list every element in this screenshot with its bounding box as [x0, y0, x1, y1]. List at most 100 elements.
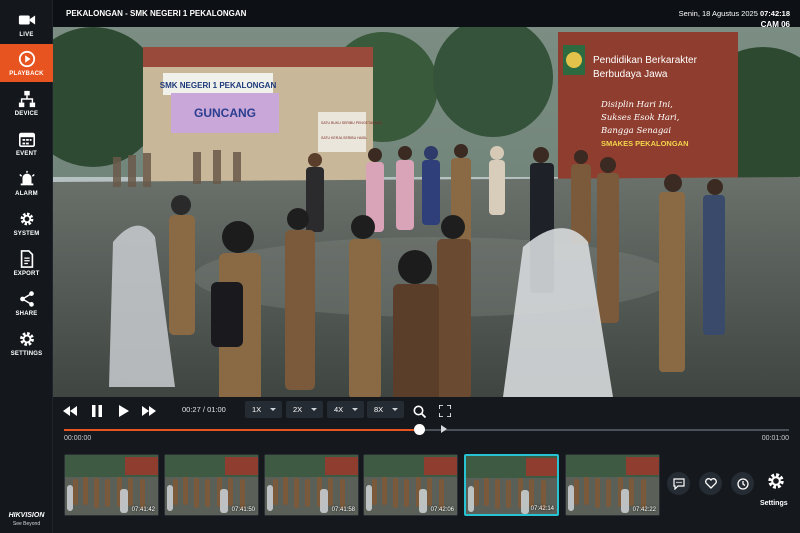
thumbnail-time: 07:41:58: [331, 507, 355, 513]
thumbnail-item[interactable]: 07:42:06: [363, 454, 458, 516]
chevron-down-icon: [392, 408, 398, 411]
alarm-bell-icon: [18, 170, 35, 185]
duration: 01:00: [207, 405, 226, 414]
timeline-scrubber[interactable]: [414, 424, 426, 435]
thumbnail-item[interactable]: 07:41:58: [264, 454, 359, 516]
sidebar-item-export[interactable]: EXPORT: [0, 244, 53, 282]
sidebar-item-device[interactable]: DEVICE: [0, 84, 53, 122]
pause-button[interactable]: [88, 403, 106, 419]
sidebar-item-system[interactable]: SYSTEM: [0, 204, 53, 242]
history-button[interactable]: [731, 472, 754, 495]
sidebar-item-live[interactable]: LIVE: [0, 5, 53, 43]
fullscreen-icon: [439, 405, 451, 417]
speed-select-1x[interactable]: 1X: [245, 401, 282, 418]
thumbnail-time: 07:42:22: [632, 507, 656, 513]
sidebar-item-label: EXPORT: [13, 270, 40, 277]
thumbnail-time: 07:41:42: [131, 507, 155, 513]
timeline-start-label: 00:00:00: [64, 435, 92, 442]
fullscreen-button[interactable]: [436, 403, 454, 419]
speed-label: 1X: [252, 405, 262, 414]
time-separator: /: [202, 405, 205, 414]
favorite-button[interactable]: [699, 472, 722, 495]
sign-small-1: SATU BUKU SERIBU PENGETAHUAN: [321, 121, 383, 125]
zoom-icon: [413, 405, 426, 418]
play-button[interactable]: [115, 403, 133, 419]
date-label: Senin, 18 Agustus 2025: [678, 9, 758, 18]
calendar-icon: [18, 132, 35, 147]
sidebar-item-settings[interactable]: SETTINGS: [0, 324, 53, 362]
chevron-down-icon: [311, 408, 317, 411]
document-export-icon: [20, 249, 33, 268]
sidebar: LIVE PLAYBACK DEVICE EVENT ALARM SYSTEM …: [0, 0, 53, 533]
wall-motto-3: Bangga Senagai: [600, 126, 671, 136]
heart-icon: [704, 478, 717, 489]
fast-forward-icon: [142, 406, 156, 416]
wall-motto-2: Sukses Esok Hari,: [601, 113, 680, 123]
sidebar-item-event[interactable]: EVENT: [0, 124, 53, 162]
thumbnail-time: 07:41:50: [231, 507, 255, 513]
chevron-down-icon: [270, 408, 276, 411]
playback-controls: 00:27 / 01:00 1X 2X 4X 8X 00:00:00 00:01…: [53, 397, 800, 533]
comment-button[interactable]: [667, 472, 690, 495]
rewind-button[interactable]: [61, 403, 79, 419]
sidebar-item-alarm[interactable]: ALARM: [0, 164, 53, 202]
sidebar-item-label: SYSTEM: [13, 230, 40, 237]
wall-motto-4: SMAKES PEKALONGAN: [601, 139, 689, 148]
wall-motto-1: Disiplin Hari Ini,: [600, 100, 673, 110]
sidebar-item-label: SETTINGS: [10, 350, 43, 357]
timeline-progress: [64, 429, 420, 431]
sidebar-item-label: PLAYBACK: [9, 70, 44, 77]
settings-gear-icon: [19, 331, 34, 346]
speed-label: 4X: [334, 405, 344, 414]
wall-line-1: Pendidikan Berkarakter: [593, 55, 698, 66]
timeline-marker: [441, 425, 447, 433]
zoom-button[interactable]: [410, 403, 428, 419]
play-icon: [119, 405, 129, 417]
clock-icon: [736, 477, 749, 490]
settings-button[interactable]: [764, 469, 788, 493]
wall-line-2: Berbudaya Jawa: [593, 69, 668, 80]
clock-label: 07:42:18: [759, 9, 790, 18]
sidebar-item-label: EVENT: [15, 150, 37, 157]
comment-icon: [672, 477, 685, 490]
sidebar-item-playback[interactable]: PLAYBACK: [0, 44, 53, 82]
thumbnail-time: 07:42:06: [430, 507, 454, 513]
speed-select-8x[interactable]: 8X: [367, 401, 404, 418]
brand-logo: HIKVISION See Beyond: [0, 512, 53, 527]
chevron-down-icon: [352, 408, 358, 411]
brand-tagline: See Beyond: [12, 521, 41, 527]
speed-label: 8X: [374, 405, 384, 414]
rewind-icon: [63, 406, 77, 416]
system-gear-icon: [20, 212, 33, 225]
sidebar-item-label: ALARM: [15, 190, 38, 197]
share-icon: [19, 290, 34, 307]
network-device-icon: [18, 90, 35, 107]
sidebar-item-share[interactable]: SHARE: [0, 284, 53, 322]
thumbnail-item[interactable]: 07:41:42: [64, 454, 159, 516]
timeline-end-label: 00:01:00: [761, 435, 789, 442]
camera-title: PEKALONGAN - SMK NEGERI 1 PEKALONGAN: [66, 9, 247, 18]
speed-select-4x[interactable]: 4X: [327, 401, 364, 418]
event-banner-text: GUNCANG: [194, 106, 256, 120]
thumbnail-item[interactable]: 07:41:50: [164, 454, 259, 516]
speed-label: 2X: [293, 405, 303, 414]
settings-label: Settings: [760, 500, 788, 507]
brand-name: HIKVISION: [8, 512, 45, 519]
pause-icon: [92, 405, 102, 417]
video-camera-icon: [18, 15, 35, 24]
video-frame[interactable]: SMK NEGERI 1 PEKALONGAN GUNCANG SATU BUK…: [53, 27, 800, 397]
thumbnail-item[interactable]: 07:42:22: [565, 454, 660, 516]
sidebar-item-label: SHARE: [15, 310, 38, 317]
time-readout: 00:27 / 01:00: [182, 405, 226, 414]
video-scene: SMK NEGERI 1 PEKALONGAN GUNCANG SATU BUK…: [53, 27, 800, 397]
thumbnail-time: 07:42:14: [530, 506, 554, 512]
settings-gear-icon: [768, 473, 784, 489]
top-bar: PEKALONGAN - SMK NEGERI 1 PEKALONGAN Sen…: [53, 0, 800, 29]
sidebar-item-label: DEVICE: [14, 110, 39, 117]
current-time: 00:27: [182, 405, 201, 414]
play-circle-icon: [18, 50, 35, 67]
speed-select-2x[interactable]: 2X: [286, 401, 323, 418]
fast-forward-button[interactable]: [140, 403, 158, 419]
thumbnail-item[interactable]: 07:42:14: [464, 454, 559, 516]
timeline-track[interactable]: [64, 424, 789, 435]
